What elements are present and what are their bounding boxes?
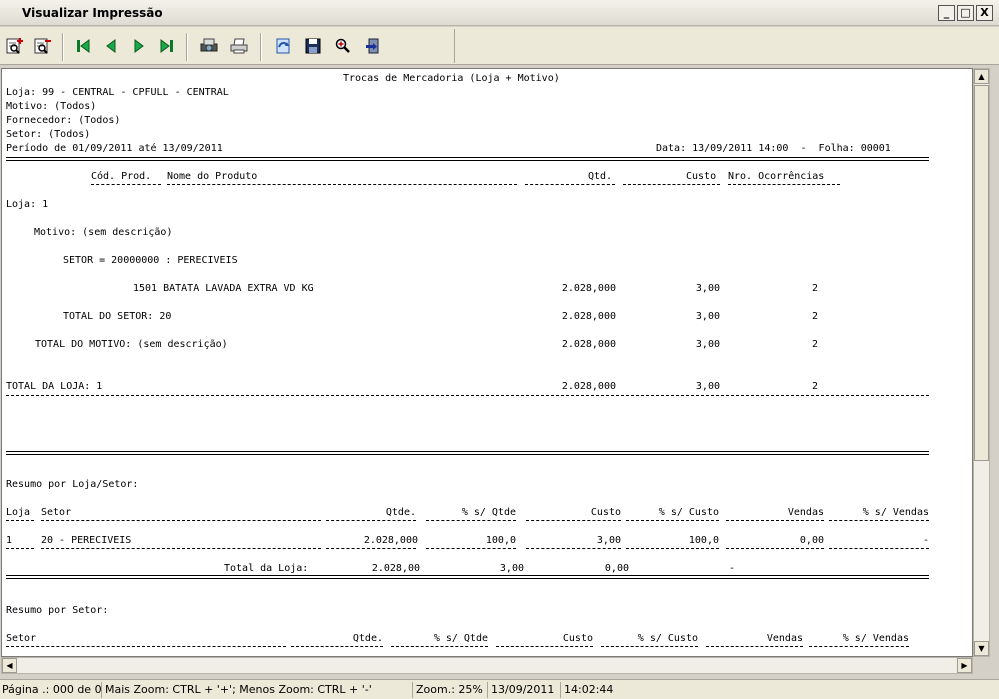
total-setor-ocorr: 2 [811, 311, 818, 322]
zoom-in-page-button[interactable] [4, 35, 26, 57]
loja-line: Loja: 99 - CENTRAL - CPFULL - CENTRAL [6, 87, 229, 98]
print-icon [230, 38, 248, 54]
rls-row-underline [6, 542, 929, 556]
rls-header-underline [6, 514, 929, 528]
rs-header-underline [6, 640, 929, 654]
total-setor-custo: 3,00 [695, 311, 720, 322]
total-setor-label: TOTAL DO SETOR: 20 [63, 311, 172, 322]
status-time: 14:02:44 [564, 683, 614, 696]
status-date: 13/09/2011 [489, 682, 561, 698]
toolbar [0, 27, 999, 65]
total-motivo-label: TOTAL DO MOTIVO: (sem descrição) [35, 339, 228, 350]
export-button[interactable] [272, 35, 294, 57]
status-bar: Página .: 000 de 000 Mais Zoom: CTRL + '… [0, 679, 999, 699]
scroll-up-icon[interactable]: ▲ [974, 69, 989, 84]
group-setor: SETOR = 20000000 : PERECIVEIS [63, 255, 238, 266]
report-preview-area[interactable]: Trocas de Mercadoria (Loja + Motivo) Loj… [1, 68, 973, 657]
status-pagina: Página .: 000 de 000 [2, 682, 102, 698]
item-code-name: 1501 BATATA LAVADA EXTRA VD KG [133, 283, 314, 294]
search-button[interactable] [332, 35, 354, 57]
next-page-icon [134, 39, 144, 53]
setor-line: Setor: (Todos) [6, 129, 91, 140]
scroll-right-icon[interactable]: ▶ [957, 658, 972, 673]
zoom-out-page-icon [34, 38, 51, 54]
export-icon [276, 38, 290, 54]
window-controls: _ □ X [938, 5, 993, 21]
search-icon [335, 38, 350, 53]
exit-button[interactable] [362, 35, 384, 57]
total-setor-qtd: 2.028,000 [561, 311, 616, 322]
first-page-icon [77, 39, 90, 53]
header-underline [6, 178, 929, 192]
zoom-in-page-icon [6, 38, 23, 54]
last-page-button[interactable] [156, 35, 178, 57]
resumo-loja-setor-title: Resumo por Loja/Setor: [6, 479, 139, 490]
toolbar-separator [186, 33, 188, 61]
toolbar-group [2, 29, 455, 63]
zoom-out-page-button[interactable] [32, 35, 54, 57]
close-button[interactable]: X [976, 5, 993, 21]
minimize-button[interactable]: _ [938, 5, 955, 21]
double-rule [6, 570, 929, 584]
motivo-line: Motivo: (Todos) [6, 101, 97, 112]
item-ocorr: 2 [811, 283, 818, 294]
report-page: Trocas de Mercadoria (Loja + Motivo) Loj… [6, 72, 966, 656]
total-motivo-qtd: 2.028,000 [561, 339, 616, 350]
report-title: Trocas de Mercadoria (Loja + Motivo) [343, 73, 560, 84]
status-zoom: Zoom.: 25% [414, 682, 488, 698]
double-rule [6, 152, 929, 166]
scroll-down-icon[interactable]: ▼ [974, 641, 989, 656]
dash-rule [6, 388, 929, 402]
total-motivo-ocorr: 2 [811, 339, 818, 350]
maximize-button[interactable]: □ [957, 5, 974, 21]
vertical-scrollbar[interactable]: ▲ ▼ [973, 68, 990, 657]
first-page-button[interactable] [72, 35, 94, 57]
last-page-icon [160, 39, 173, 53]
group-loja: Loja: 1 [6, 199, 49, 210]
fornecedor-line: Fornecedor: (Todos) [6, 115, 121, 126]
total-motivo-custo: 3,00 [695, 339, 720, 350]
group-motivo: Motivo: (sem descrição) [34, 227, 173, 238]
double-rule [6, 446, 929, 460]
status-zoom-hint: Mais Zoom: CTRL + '+'; Menos Zoom: CTRL … [103, 682, 413, 698]
item-custo: 3,00 [695, 283, 720, 294]
horizontal-scrollbar[interactable]: ◀ ▶ [1, 657, 973, 674]
previous-page-icon [106, 39, 116, 53]
exit-icon [366, 38, 379, 54]
window-title: Visualizar Impressão [22, 6, 163, 20]
print-button[interactable] [228, 35, 250, 57]
previous-page-button[interactable] [100, 35, 122, 57]
save-button[interactable] [302, 35, 324, 57]
toolbar-separator [260, 33, 262, 61]
title-bar: Visualizar Impressão _ □ X [0, 0, 999, 26]
scroll-left-icon[interactable]: ◀ [2, 658, 17, 673]
vertical-scroll-thumb[interactable] [974, 85, 989, 461]
save-icon [305, 38, 321, 54]
item-qtd: 2.028,000 [561, 283, 616, 294]
resumo-setor-title: Resumo por Setor: [6, 605, 109, 616]
toolbar-separator [62, 33, 64, 61]
printer-setup-icon [200, 38, 218, 52]
next-page-button[interactable] [128, 35, 150, 57]
printer-setup-button[interactable] [198, 35, 220, 57]
